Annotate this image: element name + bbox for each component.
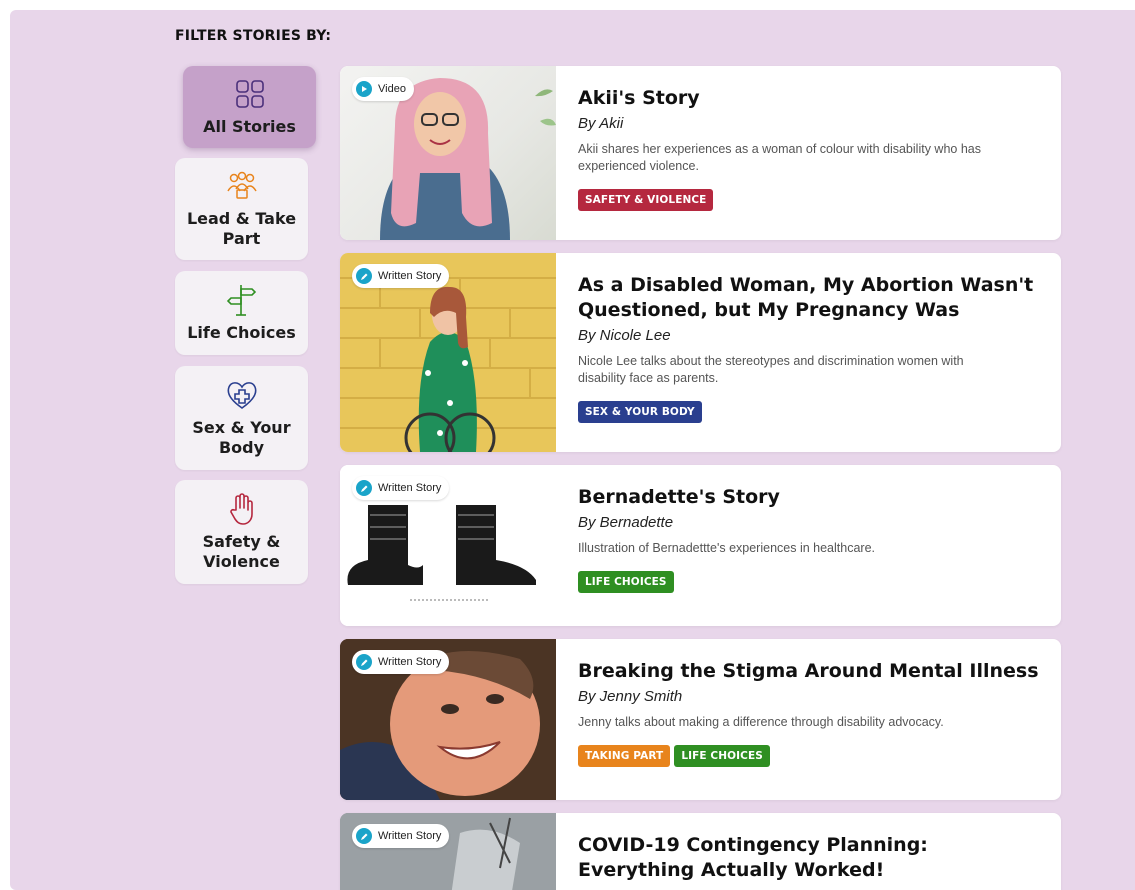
- story-thumbnail: Written Story: [340, 639, 556, 800]
- story-author: By Nicole Lee: [578, 327, 671, 344]
- story-content: Bernadette's Story By Bernadette Illustr…: [578, 485, 1041, 593]
- pencil-icon: [356, 654, 372, 670]
- story-author: By Akii: [578, 115, 624, 132]
- story-description: Jenny talks about making a difference th…: [578, 715, 944, 729]
- filter-label: Life Choices: [187, 323, 296, 342]
- media-type-label: Written Story: [378, 830, 442, 842]
- raised-hand-icon: [225, 492, 259, 526]
- media-type-badge: Written Story: [352, 824, 450, 848]
- story-author: By Bernadette: [578, 514, 674, 531]
- tag-safety-violence[interactable]: SAFETY & VIOLENCE: [578, 189, 714, 211]
- story-thumbnail: Written Story: [340, 253, 556, 452]
- media-type-badge: Written Story: [352, 650, 450, 674]
- story-title[interactable]: Bernadette's Story: [578, 485, 1041, 510]
- story-thumbnail: Written Story: [340, 813, 556, 890]
- media-type-label: Video: [378, 83, 406, 95]
- filter-label: Lead & Take Part: [186, 209, 297, 248]
- media-type-label: Written Story: [378, 270, 442, 282]
- filter-label: Sex & Your Body: [192, 418, 291, 457]
- story-description: Illustration of Bernadettte's experience…: [578, 541, 876, 555]
- story-tags: SEX & YOUR BODY: [578, 401, 1041, 423]
- stories-page: FILTER STORIES BY: All Stories Lead & Ta…: [10, 10, 1135, 890]
- pencil-icon: [356, 828, 372, 844]
- media-type-label: Written Story: [378, 482, 442, 494]
- grid-icon: [233, 77, 267, 111]
- story-title[interactable]: COVID-19 Contingency Planning: Everythin…: [578, 833, 1041, 883]
- story-thumbnail: Video: [340, 66, 556, 240]
- story-thumbnail: Written Story: [340, 465, 556, 626]
- story-content: As a Disabled Woman, My Abortion Wasn't …: [578, 273, 1041, 423]
- tag-life-choices[interactable]: LIFE CHOICES: [578, 571, 674, 593]
- story-content: COVID-19 Contingency Planning: Everythin…: [578, 833, 1041, 883]
- story-title[interactable]: Akii's Story: [578, 86, 1041, 111]
- tag-taking-part[interactable]: TAKING PART: [578, 745, 671, 767]
- story-card[interactable]: Written Story Breaking the Stigma Around…: [340, 639, 1061, 800]
- story-content: Breaking the Stigma Around Mental Illnes…: [578, 659, 1041, 767]
- story-tags: TAKING PART LIFE CHOICES: [578, 745, 1041, 767]
- story-title[interactable]: Breaking the Stigma Around Mental Illnes…: [578, 659, 1041, 684]
- story-title[interactable]: As a Disabled Woman, My Abortion Wasn't …: [578, 273, 1041, 323]
- signpost-icon: [225, 283, 259, 317]
- story-content: Akii's Story By Akii Akii shares her exp…: [578, 86, 1041, 211]
- pencil-icon: [356, 480, 372, 496]
- story-description: Nicole Lee talks about the stereotypes a…: [578, 354, 964, 385]
- heart-plus-icon: [225, 378, 259, 412]
- media-type-badge: Video: [352, 77, 414, 101]
- story-card[interactable]: Written Story As a Disabled Woman, My Ab…: [340, 253, 1061, 452]
- filter-label: Safety & Violence: [202, 532, 281, 571]
- story-card[interactable]: Written Story COVID-19 Contingency Plann…: [340, 813, 1061, 890]
- filter-label: All Stories: [203, 117, 296, 136]
- filter-heading: FILTER STORIES BY:: [175, 28, 332, 44]
- filter-sex-your-body[interactable]: Sex & Your Body: [175, 366, 308, 470]
- story-tags: LIFE CHOICES: [578, 571, 1041, 593]
- story-tags: SAFETY & VIOLENCE: [578, 189, 1041, 211]
- media-type-badge: Written Story: [352, 264, 450, 288]
- media-type-label: Written Story: [378, 656, 442, 668]
- filter-life-choices[interactable]: Life Choices: [175, 271, 308, 355]
- filter-all-stories[interactable]: All Stories: [183, 66, 316, 148]
- media-type-badge: Written Story: [352, 476, 450, 500]
- people-group-icon: [225, 169, 259, 203]
- filter-lead-take-part[interactable]: Lead & Take Part: [175, 158, 308, 260]
- tag-sex-your-body[interactable]: SEX & YOUR BODY: [578, 401, 702, 423]
- play-icon: [356, 81, 372, 97]
- tag-life-choices[interactable]: LIFE CHOICES: [674, 745, 770, 767]
- pencil-icon: [356, 268, 372, 284]
- story-card[interactable]: Written Story Bernadette's Story By Bern…: [340, 465, 1061, 626]
- story-card[interactable]: Video Akii's Story By Akii Akii shares h…: [340, 66, 1061, 240]
- filter-safety-violence[interactable]: Safety & Violence: [175, 480, 308, 584]
- story-description: Akii shares her experiences as a woman o…: [578, 142, 981, 173]
- story-author: By Jenny Smith: [578, 688, 683, 705]
